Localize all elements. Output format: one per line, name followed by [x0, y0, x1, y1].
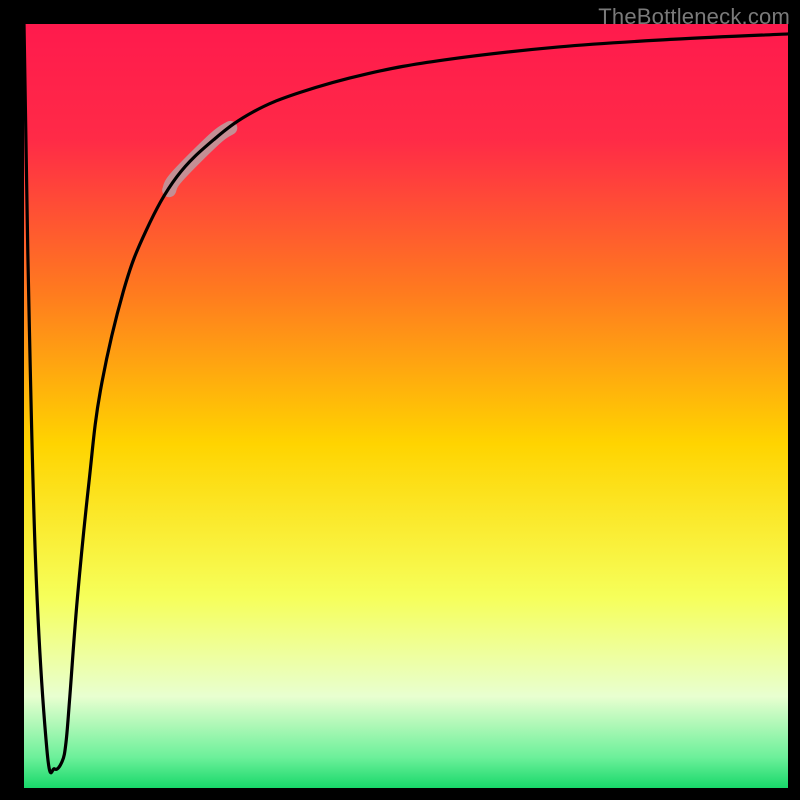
chart-svg — [0, 0, 800, 800]
watermark-text: TheBottleneck.com — [598, 4, 790, 30]
chart-container: TheBottleneck.com — [0, 0, 800, 800]
